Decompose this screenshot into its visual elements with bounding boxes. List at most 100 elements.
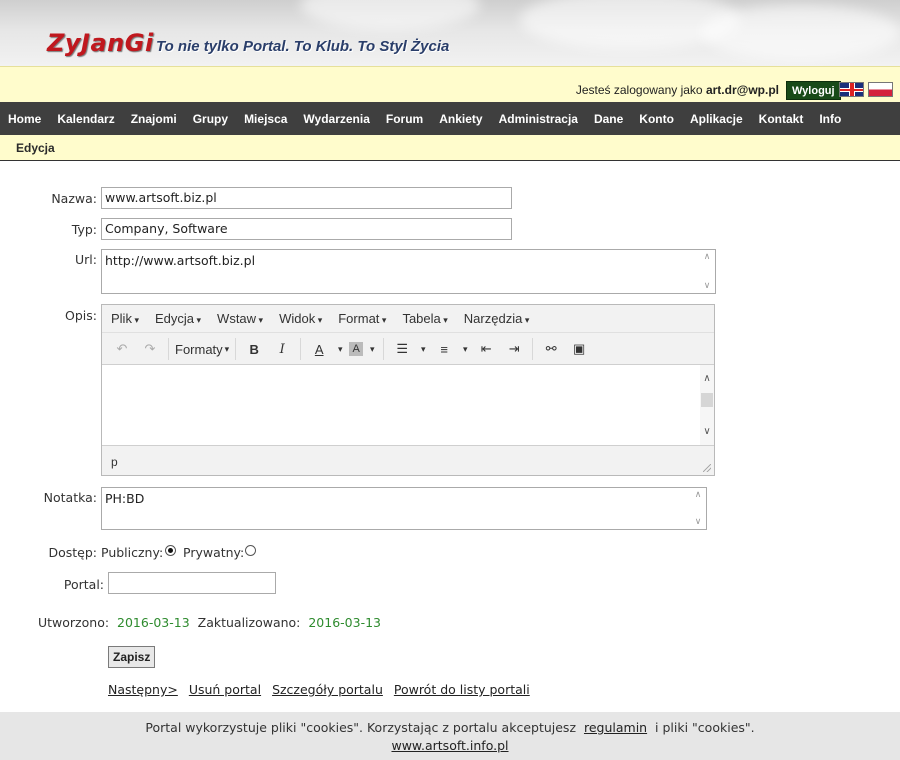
toolbar-divider [300, 338, 302, 360]
name-input[interactable]: www.artsoft.biz.pl [101, 187, 512, 209]
created-label: Utworzono: [38, 615, 110, 630]
next-link[interactable]: Następny> [108, 682, 178, 697]
toolbar-divider [168, 338, 169, 360]
description-editor: Plik Edycja Wstaw Widok Format Tabela Na… [101, 304, 715, 476]
private-label: Prywatny: [183, 545, 245, 560]
chevron-down-icon[interactable]: ▾ [367, 338, 377, 360]
scroll-thumb[interactable] [701, 393, 713, 407]
menu-edycja[interactable]: Edycja [155, 311, 201, 326]
undo-icon[interactable]: ↶ [110, 338, 134, 360]
public-label: Publiczny: [101, 545, 164, 560]
action-links: Następny> Usuń portal Szczegóły portalu … [108, 682, 537, 697]
cookie-text-end: i pliki "cookies". [655, 720, 755, 735]
url-value: http://www.artsoft.biz.pl [105, 253, 256, 268]
nav-kalendarz[interactable]: Kalendarz [57, 112, 114, 126]
bold-icon[interactable]: B [242, 338, 266, 360]
nav-administracja[interactable]: Administracja [499, 112, 578, 126]
page-title: Edycja [16, 141, 55, 155]
user-bar: Jesteś zalogowany jako art.dr@wp.pl Wylo… [0, 66, 900, 102]
scroll-down-icon[interactable]: ∨ [704, 281, 711, 291]
type-label: Typ: [71, 222, 97, 237]
menu-tabela[interactable]: Tabela [402, 311, 447, 326]
nav-home[interactable]: Home [8, 112, 41, 126]
access-label: Dostęp: [48, 545, 97, 560]
numbered-list-icon[interactable]: ≡ [432, 338, 456, 360]
nav-ankiety[interactable]: Ankiety [439, 112, 482, 126]
menu-wstaw[interactable]: Wstaw [217, 311, 263, 326]
portal-input[interactable] [108, 572, 276, 594]
terms-link[interactable]: regulamin [584, 720, 647, 735]
logout-button[interactable]: Wyloguj [786, 81, 841, 100]
nav-miejsca[interactable]: Miejsca [244, 112, 287, 126]
note-value: PH:BD [105, 491, 145, 506]
link-icon[interactable]: ⚯ [539, 338, 563, 360]
cookie-text: Portal wykorzystuje pliki "cookies". Kor… [145, 720, 577, 735]
nav-info[interactable]: Info [819, 112, 841, 126]
public-radio[interactable] [165, 545, 176, 556]
updated-label: Zaktualizowano: [197, 615, 301, 630]
nav-konto[interactable]: Konto [639, 112, 674, 126]
portal-details-link[interactable]: Szczegóły portalu [272, 682, 383, 697]
created-date: 2016-03-13 [117, 615, 190, 630]
note-textarea[interactable]: PH:BD ∧ ∨ [101, 487, 707, 530]
outdent-icon[interactable]: ⇤ [474, 338, 498, 360]
nav-wydarzenia[interactable]: Wydarzenia [303, 112, 369, 126]
scroll-up-icon[interactable]: ∧ [703, 373, 710, 384]
nav-kontakt[interactable]: Kontakt [759, 112, 804, 126]
background-color-icon[interactable]: A [349, 342, 364, 356]
italic-icon[interactable]: I [270, 338, 294, 360]
nav-grupy[interactable]: Grupy [193, 112, 228, 126]
menu-widok[interactable]: Widok [279, 311, 322, 326]
url-textarea[interactable]: http://www.artsoft.biz.pl ∧ ∨ [101, 249, 716, 294]
url-label: Url: [75, 252, 97, 267]
resize-handle-icon[interactable] [703, 464, 711, 472]
indent-icon[interactable]: ⇥ [502, 338, 526, 360]
english-flag-icon[interactable] [839, 82, 864, 97]
menu-format[interactable]: Format [338, 311, 386, 326]
nav-forum[interactable]: Forum [386, 112, 423, 126]
dates-row: Utworzono: 2016-03-13 Zaktualizowano: 20… [38, 615, 381, 630]
type-input[interactable]: Company, Software [101, 218, 512, 240]
nav-aplikacje[interactable]: Aplikacje [690, 112, 743, 126]
user-email: art.dr@wp.pl [705, 83, 779, 97]
image-icon[interactable]: ▣ [567, 338, 591, 360]
redo-icon[interactable]: ↷ [138, 338, 162, 360]
delete-portal-link[interactable]: Usuń portal [189, 682, 261, 697]
chevron-down-icon[interactable]: ▾ [460, 338, 470, 360]
element-path[interactable]: p [111, 455, 118, 469]
logged-as-text: Jesteś zalogowany jako [575, 83, 703, 97]
url-scrollbar[interactable]: ∧ ∨ [701, 252, 713, 291]
site-slogan: To nie tylko Portal. To Klub. To Styl Ży… [156, 38, 450, 55]
portal-label: Portal: [63, 577, 104, 592]
note-label: Notatka: [43, 490, 97, 505]
editor-toolbar: ↶ ↷ Formaty B I A ▾ A ▾ ☰ ▾ ≡ ▾ ⇤ ⇥ ⚯ ▣ [102, 334, 714, 364]
polish-flag-icon[interactable] [868, 82, 893, 97]
scroll-up-icon[interactable]: ∧ [704, 252, 711, 262]
site-link[interactable]: www.artsoft.info.pl [391, 738, 508, 753]
menu-narzedzia[interactable]: Narzędzia [464, 311, 530, 326]
site-logo[interactable]: ZyJanGi [47, 29, 154, 57]
nav-dane[interactable]: Dane [594, 112, 623, 126]
editor-statusbar: p [102, 447, 714, 475]
private-radio[interactable] [245, 545, 256, 556]
toolbar-divider [383, 338, 385, 360]
chevron-down-icon[interactable]: ▾ [418, 338, 428, 360]
cookie-footer: Portal wykorzystuje pliki "cookies". Kor… [0, 712, 900, 760]
formats-dropdown[interactable]: Formaty [175, 338, 229, 360]
scroll-down-icon[interactable]: ∨ [703, 426, 710, 437]
header-banner: ZyJanGi To nie tylko Portal. To Klub. To… [0, 0, 900, 66]
chevron-down-icon[interactable]: ▾ [335, 338, 345, 360]
note-scrollbar[interactable]: ∧ ∨ [692, 490, 704, 527]
text-color-icon[interactable]: A [307, 338, 331, 360]
nav-znajomi[interactable]: Znajomi [131, 112, 177, 126]
page-subbar: Edycja [0, 135, 900, 161]
save-button[interactable]: Zapisz [108, 646, 156, 668]
scroll-down-icon[interactable]: ∨ [695, 517, 702, 527]
name-label: Nazwa: [51, 191, 97, 206]
editor-content-area[interactable]: ∧ ∨ [102, 364, 714, 446]
menu-plik[interactable]: Plik [111, 311, 139, 326]
back-to-list-link[interactable]: Powrót do listy portali [394, 682, 530, 697]
login-info: Jesteś zalogowany jako art.dr@wp.pl [576, 83, 779, 97]
bullet-list-icon[interactable]: ☰ [390, 338, 414, 360]
scroll-up-icon[interactable]: ∧ [695, 490, 702, 500]
